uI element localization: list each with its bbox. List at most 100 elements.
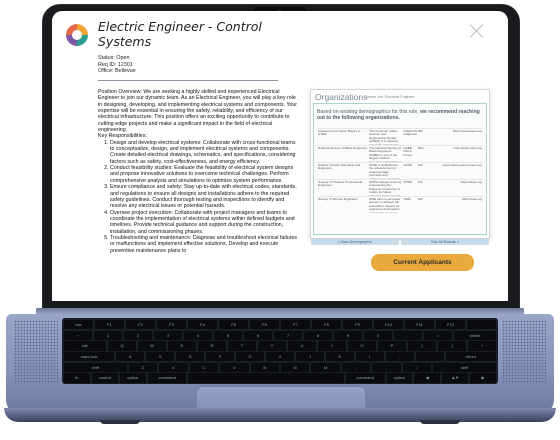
key[interactable]: - bbox=[394, 330, 422, 340]
organizations-intro: Based on existing demographics for this … bbox=[317, 109, 483, 121]
key[interactable]: R bbox=[198, 341, 226, 351]
table-row[interactable]: Society of Women Engineers SWE aims to e… bbox=[317, 196, 483, 213]
responsibilities-list: Design and develop electrical systems: C… bbox=[98, 140, 300, 254]
key[interactable]: 0 bbox=[364, 330, 392, 340]
key[interactable]: 7 bbox=[274, 330, 302, 340]
key[interactable]: F5 bbox=[219, 320, 248, 330]
key[interactable]: F8 bbox=[312, 320, 341, 330]
laptop-foot bbox=[100, 420, 140, 424]
key[interactable]: Y bbox=[258, 341, 286, 351]
key[interactable]: ' bbox=[415, 352, 444, 362]
key[interactable]: return bbox=[445, 352, 496, 362]
key[interactable]: I bbox=[318, 341, 346, 351]
key[interactable]: control bbox=[91, 373, 118, 383]
key[interactable]: X bbox=[159, 362, 188, 372]
org-url[interactable]: https://shpe.org bbox=[431, 180, 483, 196]
key[interactable]: G bbox=[236, 352, 264, 362]
key[interactable]: F12 bbox=[436, 320, 465, 330]
key[interactable]: 2 bbox=[124, 330, 152, 340]
key[interactable]: esc bbox=[64, 320, 93, 330]
key[interactable]: ] bbox=[438, 341, 466, 351]
key[interactable]: , bbox=[341, 362, 371, 372]
key[interactable]: P bbox=[378, 341, 406, 351]
key[interactable]: / bbox=[402, 362, 432, 372]
key[interactable]: shift bbox=[64, 362, 127, 372]
key[interactable]: = bbox=[424, 330, 452, 340]
key[interactable]: K bbox=[325, 352, 354, 362]
org-name: Society of Asian Scientists and Engineer… bbox=[318, 163, 361, 171]
key[interactable]: 8 bbox=[304, 330, 332, 340]
key[interactable]: B bbox=[250, 362, 279, 372]
org-url[interactable]: https://www.aises.org bbox=[431, 129, 483, 145]
key[interactable]: Q bbox=[108, 341, 136, 351]
speaker-grille-right bbox=[502, 320, 546, 384]
key[interactable]: option bbox=[119, 373, 146, 383]
key[interactable]: F3 bbox=[157, 320, 186, 330]
key-space[interactable] bbox=[188, 373, 344, 383]
key[interactable]: A bbox=[116, 352, 145, 362]
key[interactable]: 6 bbox=[244, 330, 272, 340]
table-row[interactable]: Advancing Computer Majors in STEM The Am… bbox=[317, 128, 483, 145]
key[interactable]: caps lock bbox=[64, 352, 115, 362]
table-row[interactable]: National Society of Black Engineers The … bbox=[317, 145, 483, 162]
key[interactable]: ; bbox=[385, 352, 414, 362]
key[interactable]: F bbox=[206, 352, 235, 362]
key[interactable]: ~ bbox=[64, 330, 92, 340]
key[interactable]: S bbox=[146, 352, 175, 362]
key[interactable]: Z bbox=[128, 362, 158, 372]
key[interactable]: ◀ bbox=[414, 373, 441, 383]
key[interactable]: L bbox=[355, 352, 384, 362]
org-url[interactable]: https://www.nsbe.org bbox=[431, 146, 483, 162]
key[interactable]: 1 bbox=[94, 330, 122, 340]
key[interactable]: T bbox=[228, 341, 256, 351]
key[interactable]: N bbox=[280, 362, 310, 372]
key[interactable]: F9 bbox=[343, 320, 372, 330]
key[interactable]: 5 bbox=[214, 330, 242, 340]
key[interactable]: F6 bbox=[250, 320, 279, 330]
key[interactable]: M bbox=[311, 362, 340, 372]
key[interactable]: D bbox=[176, 352, 205, 362]
key[interactable]: J bbox=[295, 352, 324, 362]
current-applicants-button[interactable]: Current Applicants bbox=[371, 254, 474, 271]
key[interactable]: ▲▼ bbox=[442, 373, 469, 383]
key[interactable]: F7 bbox=[281, 320, 310, 330]
key[interactable]: V bbox=[220, 362, 249, 372]
key[interactable]: F4 bbox=[188, 320, 217, 330]
key[interactable]: U bbox=[288, 341, 316, 351]
keyboard[interactable]: esc F1 F2 F3 F4 F5 F6 F7 F8 F9 F10 F11 F12 ~1 2 3 4 5 6 7 8 9… bbox=[62, 318, 498, 384]
key[interactable]: W bbox=[138, 341, 166, 351]
responsibility-item: Design and develop electrical systems: C… bbox=[110, 140, 300, 165]
key[interactable]: 4 bbox=[184, 330, 212, 340]
org-url[interactable]: https://www.saseconnect.org bbox=[431, 163, 483, 179]
key-power[interactable] bbox=[467, 320, 496, 330]
key[interactable]: option bbox=[386, 373, 413, 383]
key[interactable]: C bbox=[189, 362, 219, 372]
key[interactable]: F10 bbox=[374, 320, 403, 330]
key[interactable]: fn bbox=[64, 373, 90, 383]
key[interactable]: H bbox=[265, 352, 294, 362]
key[interactable]: 3 bbox=[154, 330, 182, 340]
laptop-foot bbox=[420, 420, 460, 424]
key[interactable]: . bbox=[372, 362, 401, 372]
organizations-panel: Organizations Current Job: Electrical En… bbox=[310, 89, 490, 239]
key[interactable]: shift bbox=[433, 362, 496, 372]
org-url[interactable]: https://swe.org bbox=[431, 197, 483, 213]
table-row[interactable]: Society of Asian Scientists and Engineer… bbox=[317, 162, 483, 179]
see-all-boards-button[interactable]: See All Boards > bbox=[401, 239, 489, 245]
table-row[interactable]: Society of Hispanic Professional Enginee… bbox=[317, 179, 483, 196]
key[interactable]: O bbox=[348, 341, 376, 351]
key[interactable]: F2 bbox=[126, 320, 155, 330]
key[interactable]: delete bbox=[454, 330, 496, 340]
key[interactable]: E bbox=[168, 341, 196, 351]
key[interactable]: tab bbox=[64, 341, 106, 351]
key[interactable]: command bbox=[345, 373, 385, 383]
key[interactable]: \ bbox=[468, 341, 496, 351]
key[interactable]: command bbox=[147, 373, 187, 383]
new-demographic-button[interactable]: < New Demographic bbox=[311, 239, 399, 245]
key[interactable]: F1 bbox=[95, 320, 124, 330]
key[interactable]: [ bbox=[408, 341, 436, 351]
key[interactable]: ▶ bbox=[470, 373, 496, 383]
close-icon[interactable] bbox=[470, 24, 484, 38]
key[interactable]: 9 bbox=[334, 330, 362, 340]
key[interactable]: F11 bbox=[405, 320, 434, 330]
